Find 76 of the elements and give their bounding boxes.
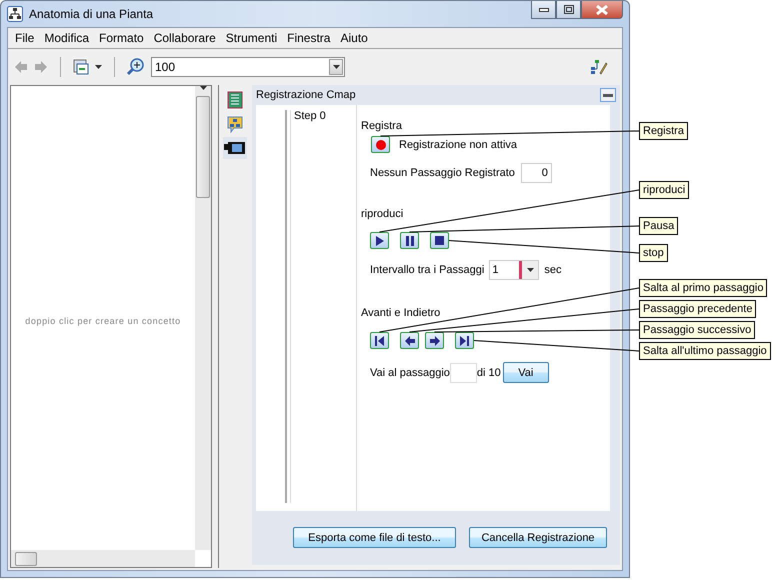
arrow-left-icon bbox=[404, 336, 414, 346]
callout-label: Pausa bbox=[639, 217, 678, 235]
first-step-button[interactable] bbox=[370, 332, 389, 349]
vertical-scrollbar[interactable] bbox=[195, 86, 211, 550]
callout-label: riproduci bbox=[639, 181, 690, 199]
section-heading: Registra bbox=[361, 119, 402, 133]
collapse-button[interactable] bbox=[600, 88, 616, 102]
callout-label: Salta al primo passaggio bbox=[639, 279, 768, 297]
interval-label: Intervallo tra i Passaggi bbox=[370, 264, 484, 276]
close-icon bbox=[595, 4, 609, 14]
callout-label: Passaggio successivo bbox=[639, 321, 756, 339]
go-button[interactable]: Vai bbox=[502, 362, 549, 383]
pause-icon bbox=[406, 236, 414, 246]
menu-item[interactable]: Formato bbox=[94, 31, 149, 45]
menu-item[interactable]: Collaborare bbox=[148, 31, 221, 45]
step-number-field[interactable] bbox=[450, 362, 477, 382]
caret-icon bbox=[200, 86, 206, 90]
callout-label: Passaggio precedente bbox=[639, 300, 756, 318]
play-icon bbox=[376, 236, 384, 246]
list-icon bbox=[227, 91, 243, 109]
minus-icon bbox=[603, 94, 613, 96]
dropdown-caret-icon bbox=[95, 65, 102, 69]
pause-button[interactable] bbox=[400, 232, 419, 249]
goto-label: Vai al passaggio bbox=[370, 366, 450, 378]
camera-icon bbox=[224, 141, 246, 155]
menu-item[interactable]: Finestra bbox=[282, 31, 336, 45]
view-icon[interactable] bbox=[73, 59, 89, 75]
play-button[interactable] bbox=[370, 232, 389, 249]
clear-recording-button[interactable]: Cancella Registrazione bbox=[469, 527, 607, 548]
map-canvas[interactable]: doppio clic per creare un concetto bbox=[10, 85, 212, 568]
section-heading: riproduci bbox=[361, 207, 404, 221]
interval-select[interactable]: 1 bbox=[489, 260, 540, 280]
app-icon bbox=[7, 6, 23, 22]
count-label: Nessun Passaggio Registrato bbox=[370, 167, 515, 179]
map-edit-icon[interactable] bbox=[590, 59, 608, 75]
canvas-hint: doppio clic per creare un concetto bbox=[25, 316, 181, 326]
last-step-button[interactable] bbox=[455, 332, 474, 349]
arrow-right-icon bbox=[430, 336, 440, 346]
recording-status: Registrazione non attiva bbox=[399, 138, 518, 150]
total-steps-label: di 10 bbox=[476, 366, 501, 378]
panel-title: Registrazione Cmap bbox=[256, 89, 356, 101]
callout-label: stop bbox=[639, 244, 668, 262]
zoom-icon[interactable] bbox=[127, 58, 145, 76]
unit-label: sec bbox=[544, 264, 562, 276]
menu-item[interactable]: Modifica bbox=[39, 31, 94, 45]
minimize-icon bbox=[538, 8, 548, 12]
next-step-button[interactable] bbox=[425, 332, 444, 349]
caret-icon bbox=[332, 65, 340, 69]
menu-item[interactable]: File bbox=[10, 31, 40, 45]
previous-step-button[interactable] bbox=[400, 332, 419, 349]
close-button[interactable] bbox=[581, 1, 623, 19]
menu-item[interactable]: Aiuto bbox=[335, 31, 373, 45]
export-button[interactable]: Esporta come file di testo... bbox=[293, 527, 456, 548]
caret-icon bbox=[526, 268, 534, 272]
stop-button[interactable] bbox=[430, 232, 449, 249]
side-tab[interactable] bbox=[223, 137, 247, 159]
step-item[interactable]: Step 0 bbox=[294, 110, 326, 124]
maximize-button[interactable] bbox=[556, 1, 581, 19]
callout-label: Registra bbox=[639, 122, 688, 140]
map-bubble-icon bbox=[226, 115, 244, 133]
scroll-thumb[interactable] bbox=[15, 552, 37, 566]
callout-label: Salta all'ultimo passaggio bbox=[639, 342, 771, 360]
stop-icon bbox=[435, 236, 444, 245]
skip-forward-icon bbox=[460, 336, 469, 346]
menu-item[interactable]: Strumenti bbox=[220, 31, 282, 45]
count-field[interactable]: 0 bbox=[520, 163, 552, 183]
horizontal-scrollbar[interactable] bbox=[11, 550, 195, 567]
record-button[interactable] bbox=[371, 136, 390, 153]
window-title: Anatomia di una Pianta bbox=[29, 7, 154, 21]
skip-back-icon bbox=[375, 336, 384, 346]
scroll-thumb[interactable] bbox=[196, 96, 210, 198]
minimize-button[interactable] bbox=[531, 1, 556, 19]
record-icon bbox=[376, 140, 386, 150]
zoom-field[interactable]: 100 bbox=[151, 57, 345, 77]
restore-icon bbox=[564, 5, 574, 14]
section-heading: Avanti e Indietro bbox=[361, 306, 440, 320]
